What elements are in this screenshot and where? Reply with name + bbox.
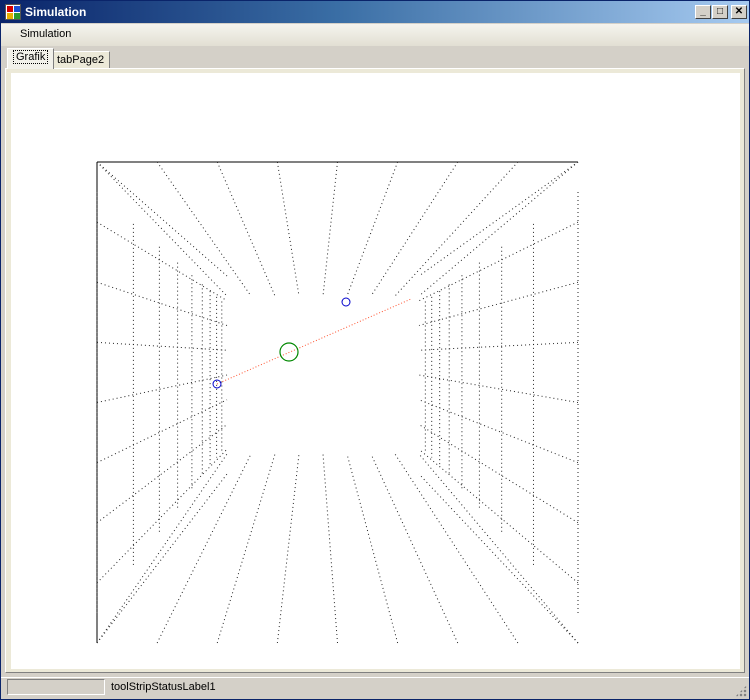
simulation-canvas[interactable]: [11, 73, 740, 669]
menu-bar: Simulation: [1, 24, 749, 46]
particle-marker: [341, 297, 351, 307]
maximize-button[interactable]: □: [712, 5, 728, 19]
grid-line-left: [96, 448, 228, 584]
app-window: Simulation _ □ ✕ Simulation Grafik tabPa…: [0, 0, 750, 700]
grid-line-left: [96, 161, 228, 277]
simulation-graphic: [96, 161, 579, 644]
menu-item-simulation[interactable]: Simulation: [13, 28, 78, 40]
grid-line-top: [96, 161, 228, 297]
grid-line-right: [418, 424, 579, 524]
minimize-button[interactable]: _: [695, 5, 711, 19]
grid-line-right: [418, 341, 579, 351]
grid-line-top: [370, 161, 459, 297]
grid-line-bottom: [276, 453, 300, 644]
grid-line-bottom: [346, 453, 399, 644]
close-icon: ✕: [734, 6, 744, 17]
title-bar[interactable]: Simulation _ □ ✕: [1, 1, 749, 23]
grid-line-right: [418, 399, 579, 464]
tab-grafik[interactable]: Grafik: [7, 48, 55, 69]
tab-panel-grafik: [5, 68, 745, 673]
maximize-icon: □: [716, 6, 724, 17]
grid-line-bottom: [370, 453, 459, 644]
grid-line-left: [96, 341, 228, 351]
tab-grafik-label: Grafik: [13, 50, 49, 64]
resize-grip[interactable]: [735, 685, 747, 697]
trajectory-line: [216, 298, 412, 385]
close-button[interactable]: ✕: [731, 5, 747, 19]
grid-line-top: [276, 161, 300, 297]
grid-line-right: [418, 473, 579, 644]
grid-line-bottom: [322, 453, 338, 644]
grid-line-left: [96, 281, 228, 326]
status-bar: toolStripStatusLabel1: [1, 677, 749, 699]
grid-line-top: [322, 161, 338, 297]
grid-line-bottom: [216, 453, 276, 644]
grid-line-top: [394, 161, 519, 297]
grid-line-top: [216, 161, 276, 297]
status-label: toolStripStatusLabel1: [111, 681, 216, 693]
grid-line-bottom: [394, 453, 519, 644]
grid-line-right: [418, 374, 579, 403]
app-icon[interactable]: [5, 4, 21, 20]
grid-line-right: [418, 448, 579, 584]
grid-line-right: [418, 161, 579, 277]
grid-line-left: [96, 424, 228, 524]
grid-line-bottom: [96, 453, 228, 644]
status-progress-bar: [7, 679, 105, 695]
grid-line-top: [346, 161, 399, 297]
grid-line-bottom: [418, 453, 579, 644]
grid-line-left: [96, 374, 228, 403]
grid-line-right: [418, 281, 579, 326]
grid-line-top: [156, 161, 252, 297]
grid-line-bottom: [156, 453, 252, 644]
grid-line-left: [96, 473, 228, 644]
window-title: Simulation: [25, 5, 87, 19]
tab-tabpage2-label: tabPage2: [57, 54, 105, 66]
grid-line-left: [96, 399, 228, 464]
grid-line-top: [418, 161, 579, 297]
minimize-icon: _: [700, 6, 706, 17]
tab-strip: Grafik tabPage2: [5, 48, 745, 70]
